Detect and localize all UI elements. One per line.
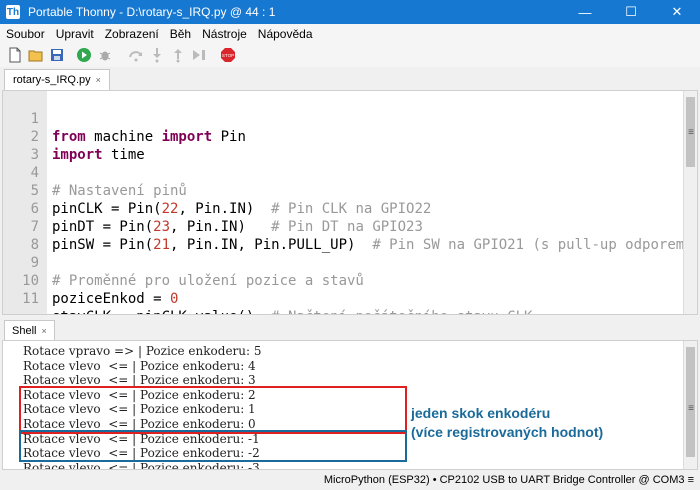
open-file-icon[interactable] xyxy=(27,46,45,64)
window-controls: — ☐ ✕ xyxy=(562,0,700,24)
tab-label: rotary-s_IRQ.py xyxy=(13,74,91,86)
code-line: 7 pinSW = Pin(21, Pin.IN, Pin.PULL_UP) #… xyxy=(3,200,693,253)
step-over-icon[interactable] xyxy=(127,46,145,64)
code-line: 1 from machine import Pin xyxy=(3,92,683,145)
stop-icon[interactable]: STOP xyxy=(219,46,237,64)
new-file-icon[interactable] xyxy=(6,46,24,64)
code-text: stavCLK = pinCLK.value() # Načtení počát… xyxy=(52,308,532,314)
toolbar: STOP xyxy=(0,43,700,67)
code-line: 4 # Nastavení pinů xyxy=(3,146,683,199)
code-text: poziceEnkod = 0 xyxy=(52,291,179,307)
tab-rotary-s-irq[interactable]: rotary-s_IRQ.py × xyxy=(4,69,110,90)
resume-icon[interactable] xyxy=(190,46,208,64)
menu-file[interactable]: Soubor xyxy=(0,27,50,41)
code-line: 10 poziceEnkod = 0 xyxy=(3,254,683,307)
line-number: 11 xyxy=(22,291,39,307)
menu-edit[interactable]: Upravit xyxy=(50,27,99,41)
interpreter-status[interactable]: MicroPython (ESP32) • CP2102 USB to UART… xyxy=(324,474,694,486)
tab-shell[interactable]: Shell × xyxy=(4,320,55,340)
title-bar: Th Portable Thonny - D:\rotary-s_IRQ.py … xyxy=(0,0,700,24)
shell-scrollbar[interactable]: ≡ xyxy=(683,341,697,469)
shell-tab-label: Shell xyxy=(12,324,37,337)
editor-tab-bar: rotary-s_IRQ.py × xyxy=(0,67,700,90)
shell-line: Rotace vpravo => | Pozice enkoderu: 5 xyxy=(23,344,262,358)
shell-line: Rotace vlevo <= | Pozice enkoderu: 4 xyxy=(23,358,256,373)
minimize-button[interactable]: — xyxy=(562,0,608,24)
menu-view[interactable]: Zobrazení xyxy=(99,27,164,41)
shell-output[interactable]: Rotace vpravo => | Pozice enkoderu: 5 Ro… xyxy=(2,340,698,470)
code-editor[interactable]: 1 from machine import Pin 2 import time … xyxy=(2,90,698,315)
annotation-line-1: jeden skok enkodéru xyxy=(411,405,551,421)
thonny-app-icon: Th xyxy=(6,5,20,19)
step-out-icon[interactable] xyxy=(169,46,187,64)
code-line: 3 xyxy=(3,128,683,163)
annotation-line-2: (více registrovaných hodnot) xyxy=(411,424,604,440)
shell-tab-close-icon[interactable]: × xyxy=(41,326,46,336)
blue-highlight-box xyxy=(19,430,407,462)
scroll-grip-icon: ≡ xyxy=(688,127,694,138)
code-line: 6 pinDT = Pin(23, Pin.IN) # Pin DT na GP… xyxy=(3,182,683,235)
code-line: 11 stavCLK = pinCLK.value() # Načtení po… xyxy=(3,272,683,314)
code-line: 8 xyxy=(3,218,683,253)
menu-run[interactable]: Běh xyxy=(164,27,196,41)
shell-scroll-thumb[interactable] xyxy=(686,347,695,457)
menu-tools[interactable]: Nástroje xyxy=(196,27,252,41)
tab-close-icon[interactable]: × xyxy=(96,75,101,85)
code-line: 5 pinCLK = Pin(22, Pin.IN) # Pin CLK na … xyxy=(3,164,683,217)
menu-help[interactable]: Nápověda xyxy=(252,27,318,41)
window-title: Portable Thonny - D:\rotary-s_IRQ.py @ 4… xyxy=(28,5,276,19)
close-window-button[interactable]: ✕ xyxy=(654,0,700,24)
red-highlight-box xyxy=(19,386,407,434)
stop-label: STOP xyxy=(222,53,234,58)
step-into-icon[interactable] xyxy=(148,46,166,64)
run-icon[interactable] xyxy=(75,46,93,64)
shell-line: Rotace vlevo <= | Pozice enkoderu: -3 xyxy=(23,460,260,470)
shell-tab-bar: Shell × xyxy=(0,318,700,340)
save-icon[interactable] xyxy=(48,46,66,64)
debug-icon[interactable] xyxy=(96,46,114,64)
code-line: 2 import time xyxy=(3,110,683,163)
status-bar: MicroPython (ESP32) • CP2102 USB to UART… xyxy=(0,470,700,490)
maximize-button[interactable]: ☐ xyxy=(608,0,654,24)
code-line: 9 # Proměnné pro uložení pozice a stavů xyxy=(3,236,683,289)
menu-bar: Soubor Upravit Zobrazení Běh Nástroje Ná… xyxy=(0,24,700,43)
scroll-grip-icon: ≡ xyxy=(688,403,694,414)
editor-scrollbar[interactable]: ≡ xyxy=(683,91,697,314)
